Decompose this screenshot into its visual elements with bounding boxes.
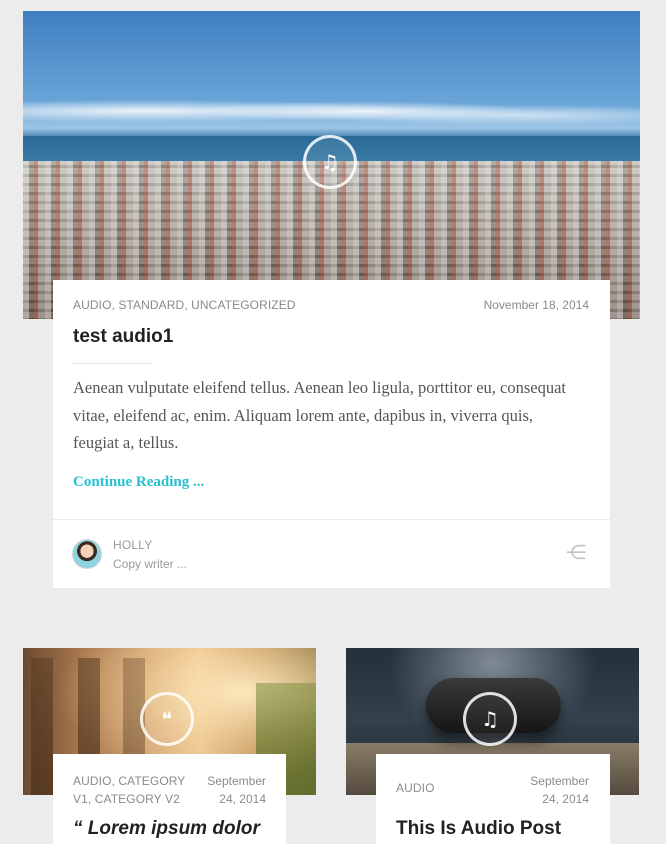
post-title[interactable]: This Is Audio Post (396, 818, 561, 840)
avatar[interactable] (72, 539, 102, 569)
share-icon[interactable]: ⋲ (566, 540, 586, 564)
post-title[interactable]: test audio1 (73, 326, 173, 348)
author-role: Copy writer ... (113, 557, 188, 571)
author-name[interactable]: HOLLY (113, 538, 152, 552)
post-categories-line[interactable]: AUDIO, CATEGORY (73, 772, 185, 790)
post-categories[interactable]: AUDIO, STANDARD, UNCATEGORIZED (73, 298, 296, 312)
post-card: AUDIO September 24, 2014 This Is Audio P… (376, 754, 610, 844)
post-date[interactable]: September 24, 2014 (530, 772, 589, 808)
music-note-icon[interactable]: ♫ (463, 692, 517, 746)
continue-reading-link[interactable]: Continue Reading ... (73, 474, 204, 491)
post-categories[interactable]: AUDIO, CATEGORY V1, CATEGORY V2 (73, 772, 185, 808)
image-column (31, 658, 53, 795)
post-date-line: 24, 2014 (542, 792, 589, 806)
post-excerpt: Aenean vulputate eleifend tellus. Aenean… (73, 378, 567, 452)
post-categories-line[interactable]: V1, CATEGORY V2 (73, 790, 185, 808)
post-card: AUDIO, CATEGORY V1, CATEGORY V2 Septembe… (53, 754, 286, 844)
quote-icon[interactable]: ❝ (140, 692, 194, 746)
title-divider (73, 363, 151, 364)
image-clouds (23, 91, 640, 131)
post-date-line: 24, 2014 (219, 792, 266, 806)
post-date-line: September (530, 774, 589, 788)
featured-post-card: AUDIO, STANDARD, UNCATEGORIZED November … (53, 280, 610, 588)
card-footer-divider (53, 519, 610, 520)
post-date-line: September (207, 774, 266, 788)
post-categories[interactable]: AUDIO (396, 781, 435, 795)
music-note-icon[interactable]: ♫ (303, 135, 357, 189)
post-date[interactable]: September 24, 2014 (207, 772, 266, 808)
post-title[interactable]: “ Lorem ipsum dolor (73, 818, 260, 840)
post-date[interactable]: November 18, 2014 (484, 298, 589, 312)
